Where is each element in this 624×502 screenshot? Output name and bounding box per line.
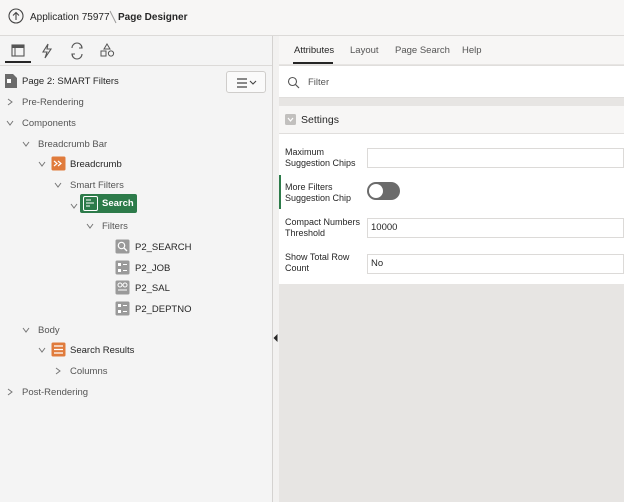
divider (0, 65, 272, 66)
tree-icon[interactable] (7, 42, 29, 60)
collapse-left-icon[interactable] (273, 334, 278, 342)
tab-attributes[interactable]: Attributes (294, 45, 334, 56)
cycle-icon[interactable] (66, 42, 88, 60)
more-filters-toggle[interactable] (367, 182, 400, 200)
chevron-right-icon[interactable] (54, 367, 62, 375)
chevron-down-icon[interactable] (38, 346, 46, 354)
range-item-icon (115, 280, 130, 295)
tree-item-search-label: Search (102, 198, 134, 209)
chevron-down-icon[interactable] (6, 119, 14, 127)
chevron-down-icon[interactable] (38, 160, 46, 168)
smart-filter-region-icon (83, 196, 98, 211)
chevron-down-icon[interactable] (70, 202, 78, 210)
tree-item-p2-search[interactable]: P2_SEARCH (135, 242, 192, 253)
total-row-count-label: Show Total Row Count (285, 252, 350, 273)
property-editor-pane: Attributes Layout Page Search Help Filte… (279, 36, 624, 502)
tree-item-p2-deptno[interactable]: P2_DEPTNO (135, 304, 192, 315)
tree-item-breadcrumb[interactable]: Breadcrumb (70, 159, 122, 170)
collapse-section-icon[interactable] (285, 114, 296, 125)
hamburger-chevron-icon (237, 78, 257, 88)
total-row-count-select[interactable]: No (367, 254, 624, 274)
tree-menu-button[interactable] (226, 71, 266, 93)
lightning-icon[interactable] (36, 42, 58, 60)
search-results-region-icon (51, 342, 66, 357)
tree-item-components[interactable]: Components (22, 118, 76, 129)
chevron-down-icon[interactable] (22, 140, 30, 148)
tree-item-post-rendering[interactable]: Post-Rendering (22, 387, 88, 398)
tree-item-p2-job[interactable]: P2_JOB (135, 263, 170, 274)
checkbox-list-item-icon (115, 301, 130, 316)
app-title-link[interactable]: Application 75977 (30, 12, 110, 23)
max-chips-label: Maximum Suggestion Chips (285, 147, 356, 168)
chevron-down-icon[interactable] (22, 326, 30, 334)
tree-item-search-selected[interactable]: Search (80, 194, 137, 213)
tree-item-search-results[interactable]: Search Results (70, 345, 134, 356)
settings-section: Settings Maximum Suggestion Chips More Fi… (279, 106, 624, 284)
tree-item-pre-rendering[interactable]: Pre-Rendering (22, 97, 84, 108)
chevron-down-icon[interactable] (54, 181, 62, 189)
up-arrow-icon[interactable] (8, 8, 24, 24)
tree-item-breadcrumb-bar[interactable]: Breadcrumb Bar (38, 139, 107, 150)
modified-marker (279, 175, 281, 209)
tree-item-columns[interactable]: Columns (70, 366, 108, 377)
toggle-knob (369, 184, 383, 198)
settings-title: Settings (301, 114, 339, 126)
chevron-down-icon[interactable] (86, 222, 94, 230)
tree-item-p2-sal[interactable]: P2_SAL (135, 283, 170, 294)
tab-layout[interactable]: Layout (350, 45, 379, 56)
filter-input[interactable]: Filter (279, 65, 624, 98)
page-title: Page Designer (118, 12, 188, 23)
breadcrumb-separator-icon (109, 10, 117, 24)
max-chips-input[interactable] (367, 148, 624, 168)
rendering-tree-pane: Page 2: SMART Filters Pre-Rendering Comp… (0, 36, 272, 502)
active-tab-indicator (5, 61, 31, 63)
pane-splitter[interactable] (272, 36, 273, 502)
compact-threshold-label: Compact Numbers Threshold (285, 217, 361, 238)
tab-help[interactable]: Help (462, 45, 482, 56)
tab-page-search[interactable]: Page Search (395, 45, 450, 56)
checkbox-list-item-icon (115, 260, 130, 275)
property-tabs: Attributes Layout Page Search Help (279, 36, 624, 64)
top-header: Application 75977 Page Designer (0, 0, 624, 36)
compact-threshold-input[interactable]: 10000 (367, 218, 624, 238)
page-label: Page 2: SMART Filters (22, 76, 119, 87)
page-icon (5, 74, 17, 88)
active-tab-indicator (293, 62, 333, 64)
more-filters-label: More Filters Suggestion Chip (285, 182, 352, 203)
tree-item-body[interactable]: Body (38, 325, 60, 336)
filter-placeholder: Filter (308, 77, 330, 88)
chevron-right-icon[interactable] (6, 98, 14, 106)
breadcrumb-region-icon (51, 156, 66, 171)
search-icon (287, 76, 300, 89)
chevron-right-icon[interactable] (6, 388, 14, 396)
tree-item-filters[interactable]: Filters (102, 221, 128, 232)
tree-item-smart-filters[interactable]: Smart Filters (70, 180, 124, 191)
search-item-icon (115, 239, 130, 254)
settings-header[interactable]: Settings (279, 106, 624, 134)
shapes-icon[interactable] (96, 42, 118, 60)
